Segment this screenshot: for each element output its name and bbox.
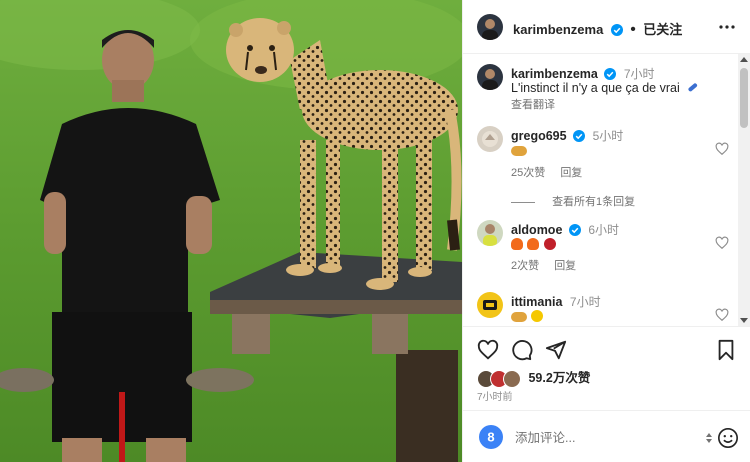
action-bar: 59.2万次赞 7小时前 — [463, 326, 750, 410]
verified-icon — [610, 23, 623, 41]
caption-text: L'instinct il n'y a que ça de vrai — [511, 81, 680, 95]
reply-button[interactable]: 回复 — [560, 167, 582, 179]
commenter-username[interactable]: grego695 — [511, 129, 567, 143]
separator-dot: • — [630, 21, 636, 38]
fire-emoji — [527, 238, 540, 250]
comment-likes[interactable]: 2次赞 — [511, 260, 539, 272]
commenter-username[interactable]: ittimania — [511, 295, 562, 309]
author-username[interactable]: karimbenzema — [513, 22, 603, 37]
svg-text:8: 8 — [487, 430, 494, 445]
flower-emoji — [543, 238, 556, 250]
bookmark-icon[interactable] — [715, 339, 737, 366]
comment-item: grego695 5小时 25次赞 回复 — [463, 116, 739, 196]
commenter-avatar[interactable] — [477, 292, 503, 318]
verified-icon — [568, 224, 581, 239]
view-replies-link[interactable]: 查看所有1条回复 — [511, 193, 635, 209]
emoji-icon[interactable] — [717, 427, 739, 449]
comment-likes[interactable]: 25次赞 — [511, 167, 545, 179]
comment-item: aldomoe 6小时 2次赞 回复 — [463, 212, 739, 288]
author-avatar[interactable] — [477, 64, 503, 90]
yellow-heart-emoji — [531, 310, 544, 322]
likes-summary[interactable]: 59.2万次赞 — [477, 367, 590, 388]
commenter-avatar[interactable] — [477, 220, 503, 246]
post-header: karimbenzema • 已关注 — [463, 0, 750, 54]
caption-username[interactable]: karimbenzema — [511, 67, 598, 81]
comment-composer: 8 — [463, 410, 750, 462]
commenter-username[interactable]: aldomoe — [511, 223, 562, 237]
view-replies-label: 查看所有1条回复 — [552, 196, 636, 208]
share-icon[interactable] — [545, 339, 567, 366]
see-translation-link[interactable]: 查看翻译 — [511, 96, 555, 112]
follow-button[interactable]: 已关注 — [643, 22, 682, 37]
leopard-emoji — [511, 146, 527, 156]
fire-emoji — [511, 238, 523, 250]
comment-emojis — [511, 310, 544, 324]
liker-avatars — [477, 370, 521, 388]
comment-emojis — [511, 238, 557, 252]
comments-scrollbar[interactable] — [738, 54, 750, 326]
heart-icon[interactable] — [715, 142, 729, 161]
more-icon[interactable] — [717, 17, 737, 37]
post-photo — [0, 0, 462, 462]
leopard-emoji — [511, 312, 527, 322]
spinner-icon[interactable] — [705, 431, 713, 443]
comment-time: 7小时 — [569, 295, 601, 309]
scrollbar-thumb[interactable] — [740, 68, 748, 128]
comment-icon[interactable] — [511, 339, 533, 366]
post-time: 7小时前 — [477, 392, 513, 403]
comment-emoji-leopard — [511, 144, 528, 158]
user-avatar: 8 — [479, 425, 503, 449]
heart-icon[interactable] — [715, 236, 729, 255]
heart-icon[interactable] — [715, 308, 729, 326]
flexed-arm-icon — [686, 81, 698, 93]
divider-line — [511, 201, 535, 203]
author-avatar[interactable] — [477, 14, 503, 40]
caption: karimbenzema 7小时 L'instinct il n'y a que… — [463, 54, 739, 112]
post-panel: karimbenzema • 已关注 karimbenzema 7小时 L'in… — [462, 0, 750, 462]
comments-list[interactable]: karimbenzema 7小时 L'instinct il n'y a que… — [463, 54, 739, 326]
scroll-down-icon[interactable] — [740, 318, 748, 323]
comment-input[interactable] — [513, 427, 687, 449]
comment-time: 6小时 — [588, 223, 620, 237]
likes-count[interactable]: 59.2万次赞 — [528, 371, 590, 385]
heart-icon[interactable] — [477, 339, 499, 366]
post-image[interactable] — [0, 0, 462, 462]
comment-time: 5小时 — [592, 129, 624, 143]
caption-time: 7小时 — [623, 67, 655, 81]
comment-item: ittimania 7小时 — [463, 286, 739, 326]
commenter-avatar[interactable] — [477, 126, 503, 152]
reply-button[interactable]: 回复 — [554, 260, 576, 272]
scroll-up-icon[interactable] — [740, 57, 748, 62]
verified-icon — [573, 130, 586, 145]
